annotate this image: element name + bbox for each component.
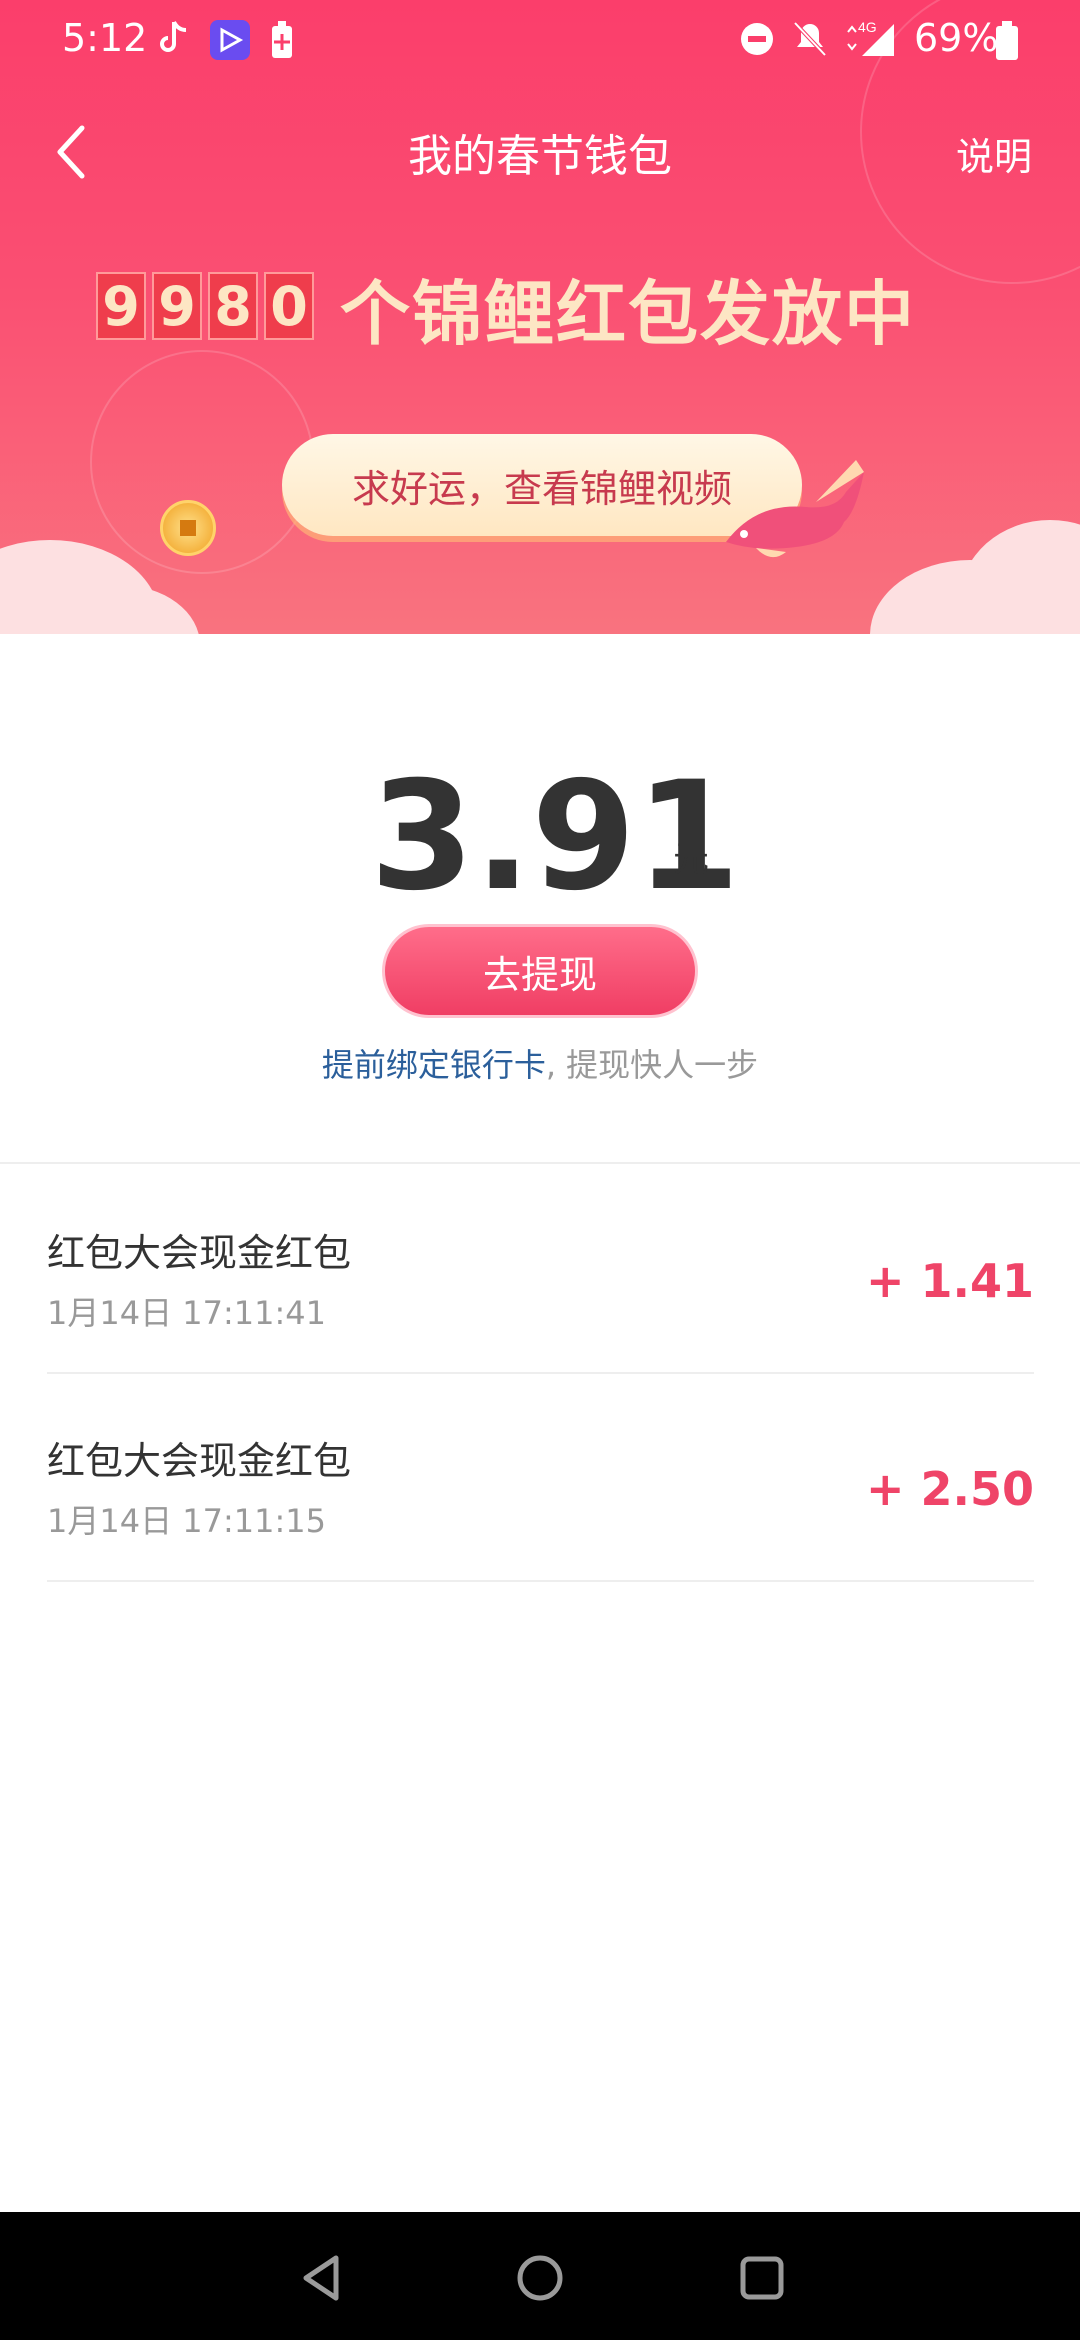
counter-headline: 个锦鲤红包发放中 [340,273,916,355]
record-title: 红包大会现金红包 [47,1231,352,1275]
record-time: 1月14日 17:11:15 [47,1502,326,1540]
explain-button[interactable]: 说明 [956,126,1032,181]
list-item[interactable]: 红包大会现金红包 1月14日 17:11:15 + 2.50 [47,1372,1034,1582]
back-triangle-icon[interactable] [294,2250,350,2306]
list-item[interactable]: 红包大会现金红包 1月14日 17:11:41 + 1.41 [47,1164,1034,1374]
counter-digit: 0 [264,272,314,340]
counter-digit: 8 [208,272,258,340]
battery-percent: 69% [914,16,999,60]
status-time: 5:12 [62,16,148,60]
koi-fish-icon [726,460,864,558]
video-app-icon [210,20,250,64]
page-title: 我的春节钱包 [408,131,672,182]
counter-digit: 9 [96,272,146,340]
counter-digit: 9 [152,272,202,340]
signal-4g-icon: 4G [842,18,898,62]
back-button[interactable] [52,122,92,182]
balance-unit: 元 [673,839,710,880]
koi-counter: 9 9 8 0 [96,270,320,342]
do-not-disturb-icon [740,22,774,60]
bind-card-link[interactable]: 提前绑定银行卡 [322,1046,546,1084]
balance-section: 3.91 [0,740,1080,924]
record-amount: + 1.41 [865,1254,1034,1308]
cloud-decor [960,520,1080,634]
record-title: 红包大会现金红包 [47,1439,352,1483]
chevron-left-icon [57,125,85,179]
home-circle-icon[interactable] [512,2250,568,2306]
status-bar: 5:12 4G 69% [0,0,1080,80]
record-time: 1月14日 17:11:41 [47,1294,326,1332]
battery-saver-icon [270,20,294,64]
bind-card-hint-text: , 提现快人一步 [545,1046,759,1084]
network-type-label: 4G [858,19,877,35]
recents-square-icon[interactable] [734,2250,790,2306]
battery-icon [996,20,1018,64]
withdraw-button[interactable]: 去提现 [382,924,698,1018]
record-amount: + 2.50 [865,1462,1034,1516]
tiktok-icon [160,18,190,62]
bind-card-hint: 提前绑定银行卡, 提现快人一步 [0,1040,1080,1086]
system-nav-bar [0,2212,1080,2340]
coin-icon [160,500,216,556]
header-banner: 5:12 4G 69% 我的春节钱包 说明 9 9 8 0 个锦鲤红包发放中 求… [0,0,1080,634]
bell-muted-icon [792,20,828,62]
koi-video-label: 求好运，查看锦鲤视频 [351,466,732,511]
withdraw-label: 去提现 [482,952,597,997]
